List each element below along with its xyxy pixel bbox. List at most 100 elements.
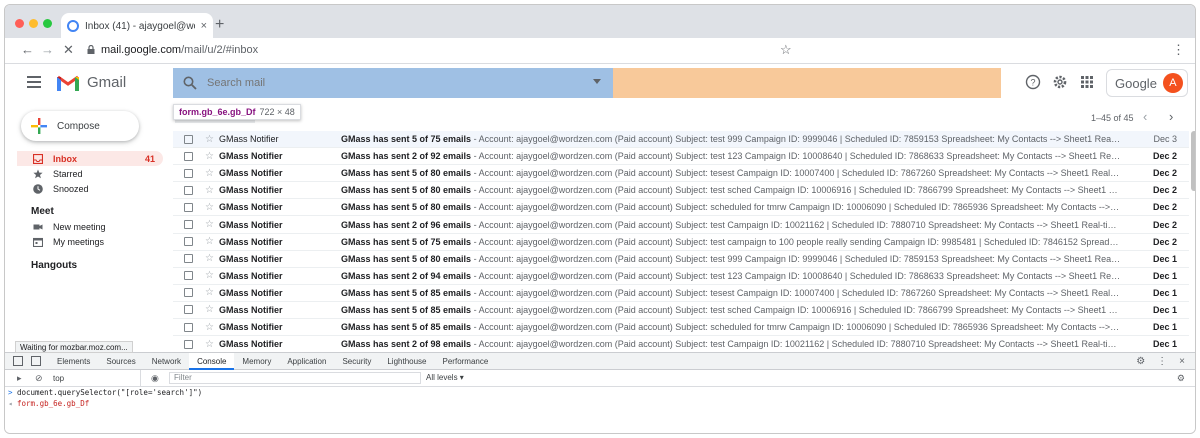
email-row[interactable]: ☆ GMass Notifier GMass has sent 5 of 80 em… bbox=[173, 165, 1189, 183]
email-row[interactable]: ☆ GMass Notifier GMass has sent 5 of 80 em… bbox=[173, 182, 1189, 200]
console-filter-input[interactable]: Filter bbox=[169, 372, 421, 384]
devtools-tab-lighthouse[interactable]: Lighthouse bbox=[379, 353, 434, 370]
email-row[interactable]: ☆ GMass Notifier GMass has sent 2 of 96 em… bbox=[173, 216, 1189, 234]
row-checkbox[interactable] bbox=[184, 134, 193, 144]
main-menu-icon[interactable] bbox=[27, 76, 41, 88]
zoom-window-icon[interactable] bbox=[43, 19, 52, 28]
row-checkbox[interactable] bbox=[184, 339, 193, 349]
minimize-window-icon[interactable] bbox=[29, 19, 38, 28]
settings-gear-icon[interactable] bbox=[1052, 74, 1068, 90]
apps-grid-icon[interactable] bbox=[1079, 74, 1095, 90]
devtools-tab-elements[interactable]: Elements bbox=[49, 353, 98, 370]
sidebar-item-inbox[interactable]: Inbox 41 bbox=[17, 151, 163, 166]
sidebar-item-my-meetings[interactable]: My meetings bbox=[17, 234, 163, 249]
sidebar-item-new-meeting[interactable]: New meeting bbox=[17, 219, 163, 234]
row-star-icon[interactable]: ☆ bbox=[205, 185, 217, 196]
url-field[interactable]: mail.google.com/mail/u/2/#inbox bbox=[101, 44, 258, 56]
email-row[interactable]: ☆ GMass Notifier GMass has sent 2 of 98 em… bbox=[173, 336, 1189, 354]
email-row[interactable]: ☆ GMass Notifier GMass has sent 5 of 85 em… bbox=[173, 302, 1189, 320]
email-date: Dec 2 bbox=[1152, 168, 1177, 179]
devtools-tab-sources[interactable]: Sources bbox=[98, 353, 143, 370]
row-star-icon[interactable]: ☆ bbox=[205, 202, 217, 213]
row-checkbox[interactable] bbox=[184, 254, 193, 264]
browser-tab[interactable]: Inbox (41) - ajaygoel@wordzen... × bbox=[61, 13, 213, 39]
devtools-tab-security[interactable]: Security bbox=[334, 353, 379, 370]
email-date: Dec 2 bbox=[1152, 151, 1177, 162]
email-snippet: - Account: ajaygoel@wordzen.com (Paid ac… bbox=[471, 185, 1121, 196]
console-settings-icon[interactable]: ⚙ bbox=[1177, 373, 1185, 384]
devtools-settings-icon[interactable]: ⚙ bbox=[1136, 356, 1145, 367]
context-select[interactable]: top bbox=[53, 369, 141, 387]
email-list-scrollbar[interactable] bbox=[1191, 131, 1195, 191]
row-star-icon[interactable]: ☆ bbox=[205, 134, 217, 145]
row-star-icon[interactable]: ☆ bbox=[205, 236, 217, 247]
back-icon[interactable]: ← bbox=[21, 43, 34, 57]
row-checkbox[interactable] bbox=[184, 220, 193, 230]
live-expression-eye-icon[interactable]: ◉ bbox=[151, 373, 159, 384]
row-star-icon[interactable]: ☆ bbox=[205, 287, 217, 298]
row-star-icon[interactable]: ☆ bbox=[205, 270, 217, 281]
console-sidebar-icon[interactable]: ▸ bbox=[17, 373, 22, 384]
row-star-icon[interactable]: ☆ bbox=[205, 168, 217, 179]
email-row[interactable]: ☆ GMass Notifier GMass has sent 5 of 80 em… bbox=[173, 251, 1189, 268]
stop-loading-icon[interactable]: ✕ bbox=[63, 43, 74, 57]
email-row[interactable]: ☆ GMass Notifier GMass has sent 5 of 85 em… bbox=[173, 319, 1189, 337]
email-row[interactable]: ☆ GMass Notifier GMass has sent 5 of 85 em… bbox=[173, 285, 1189, 302]
devtools-tab-memory[interactable]: Memory bbox=[234, 353, 279, 370]
compose-button[interactable]: Compose bbox=[21, 111, 139, 141]
close-window-icon[interactable] bbox=[15, 19, 24, 28]
console-result-value[interactable]: form.gb_6e.gb_Df bbox=[17, 399, 89, 408]
tab-close-icon[interactable]: × bbox=[201, 20, 207, 32]
avatar[interactable]: A bbox=[1162, 73, 1183, 93]
gmail-logo-icon[interactable] bbox=[57, 74, 79, 91]
search-input[interactable] bbox=[207, 77, 567, 89]
row-checkbox[interactable] bbox=[184, 305, 193, 315]
email-row[interactable]: ☆ GMass Notifier GMass has sent 2 of 92 em… bbox=[173, 148, 1189, 166]
row-checkbox[interactable] bbox=[184, 322, 193, 332]
sidebar-item-starred[interactable]: Starred bbox=[17, 166, 163, 181]
older-page-icon[interactable]: ‹ bbox=[1143, 109, 1147, 124]
row-star-icon[interactable]: ☆ bbox=[205, 151, 217, 162]
clear-console-icon[interactable]: ⊘ bbox=[35, 373, 43, 384]
devtools-menu-icon[interactable]: ⋮ bbox=[1157, 356, 1167, 367]
row-star-icon[interactable]: ☆ bbox=[205, 322, 217, 333]
element-picker-icon[interactable] bbox=[13, 356, 23, 366]
devtools-tab-console[interactable]: Console bbox=[189, 352, 235, 370]
new-tab-button[interactable]: + bbox=[215, 17, 224, 33]
row-checkbox[interactable] bbox=[184, 271, 193, 281]
sidebar-item-snoozed[interactable]: Snoozed bbox=[17, 181, 163, 196]
row-star-icon[interactable]: ☆ bbox=[205, 304, 217, 315]
row-star-icon[interactable]: ☆ bbox=[205, 339, 217, 350]
help-icon[interactable]: ? bbox=[1025, 74, 1041, 90]
row-star-icon[interactable]: ☆ bbox=[205, 219, 217, 230]
email-row[interactable]: ☆ GMass Notifier GMass has sent 2 of 94 em… bbox=[173, 268, 1189, 285]
search-form[interactable] bbox=[173, 68, 613, 98]
search-options-icon[interactable] bbox=[593, 79, 601, 84]
log-levels-dropdown[interactable]: All levels ▾ bbox=[426, 373, 464, 382]
bookmark-star-icon[interactable]: ☆ bbox=[780, 42, 792, 58]
newer-page-icon[interactable]: › bbox=[1169, 109, 1173, 124]
row-star-icon[interactable]: ☆ bbox=[205, 253, 217, 264]
email-row[interactable]: ☆ GMass Notifier GMass has sent 5 of 75 em… bbox=[173, 234, 1189, 251]
row-checkbox[interactable] bbox=[184, 168, 193, 178]
row-checkbox[interactable] bbox=[184, 185, 193, 195]
row-checkbox[interactable] bbox=[184, 237, 193, 247]
row-checkbox[interactable] bbox=[184, 151, 193, 161]
browser-menu-icon[interactable]: ⋮ bbox=[1172, 42, 1185, 58]
email-row[interactable]: ☆ GMass Notifier GMass has sent 5 of 80 em… bbox=[173, 199, 1189, 217]
email-date: Dec 1 bbox=[1152, 253, 1177, 264]
google-account-button[interactable]: Google A bbox=[1106, 69, 1188, 97]
lock-icon[interactable] bbox=[87, 45, 95, 54]
row-checkbox[interactable] bbox=[184, 202, 193, 212]
devtools-close-icon[interactable]: × bbox=[1179, 356, 1185, 367]
devtools-tab-application[interactable]: Application bbox=[279, 353, 334, 370]
row-checkbox[interactable] bbox=[184, 288, 193, 298]
search-icon[interactable] bbox=[183, 76, 197, 90]
email-date: Dec 2 bbox=[1152, 202, 1177, 213]
devtools-tab-network[interactable]: Network bbox=[144, 353, 189, 370]
google-wordmark: Google bbox=[1115, 75, 1157, 91]
email-row[interactable]: ☆ GMass Notifier GMass has sent 5 of 75 em… bbox=[173, 131, 1189, 149]
devtools-tab-performance[interactable]: Performance bbox=[435, 353, 497, 370]
forward-icon[interactable]: → bbox=[41, 43, 54, 57]
device-toolbar-icon[interactable] bbox=[31, 356, 41, 366]
